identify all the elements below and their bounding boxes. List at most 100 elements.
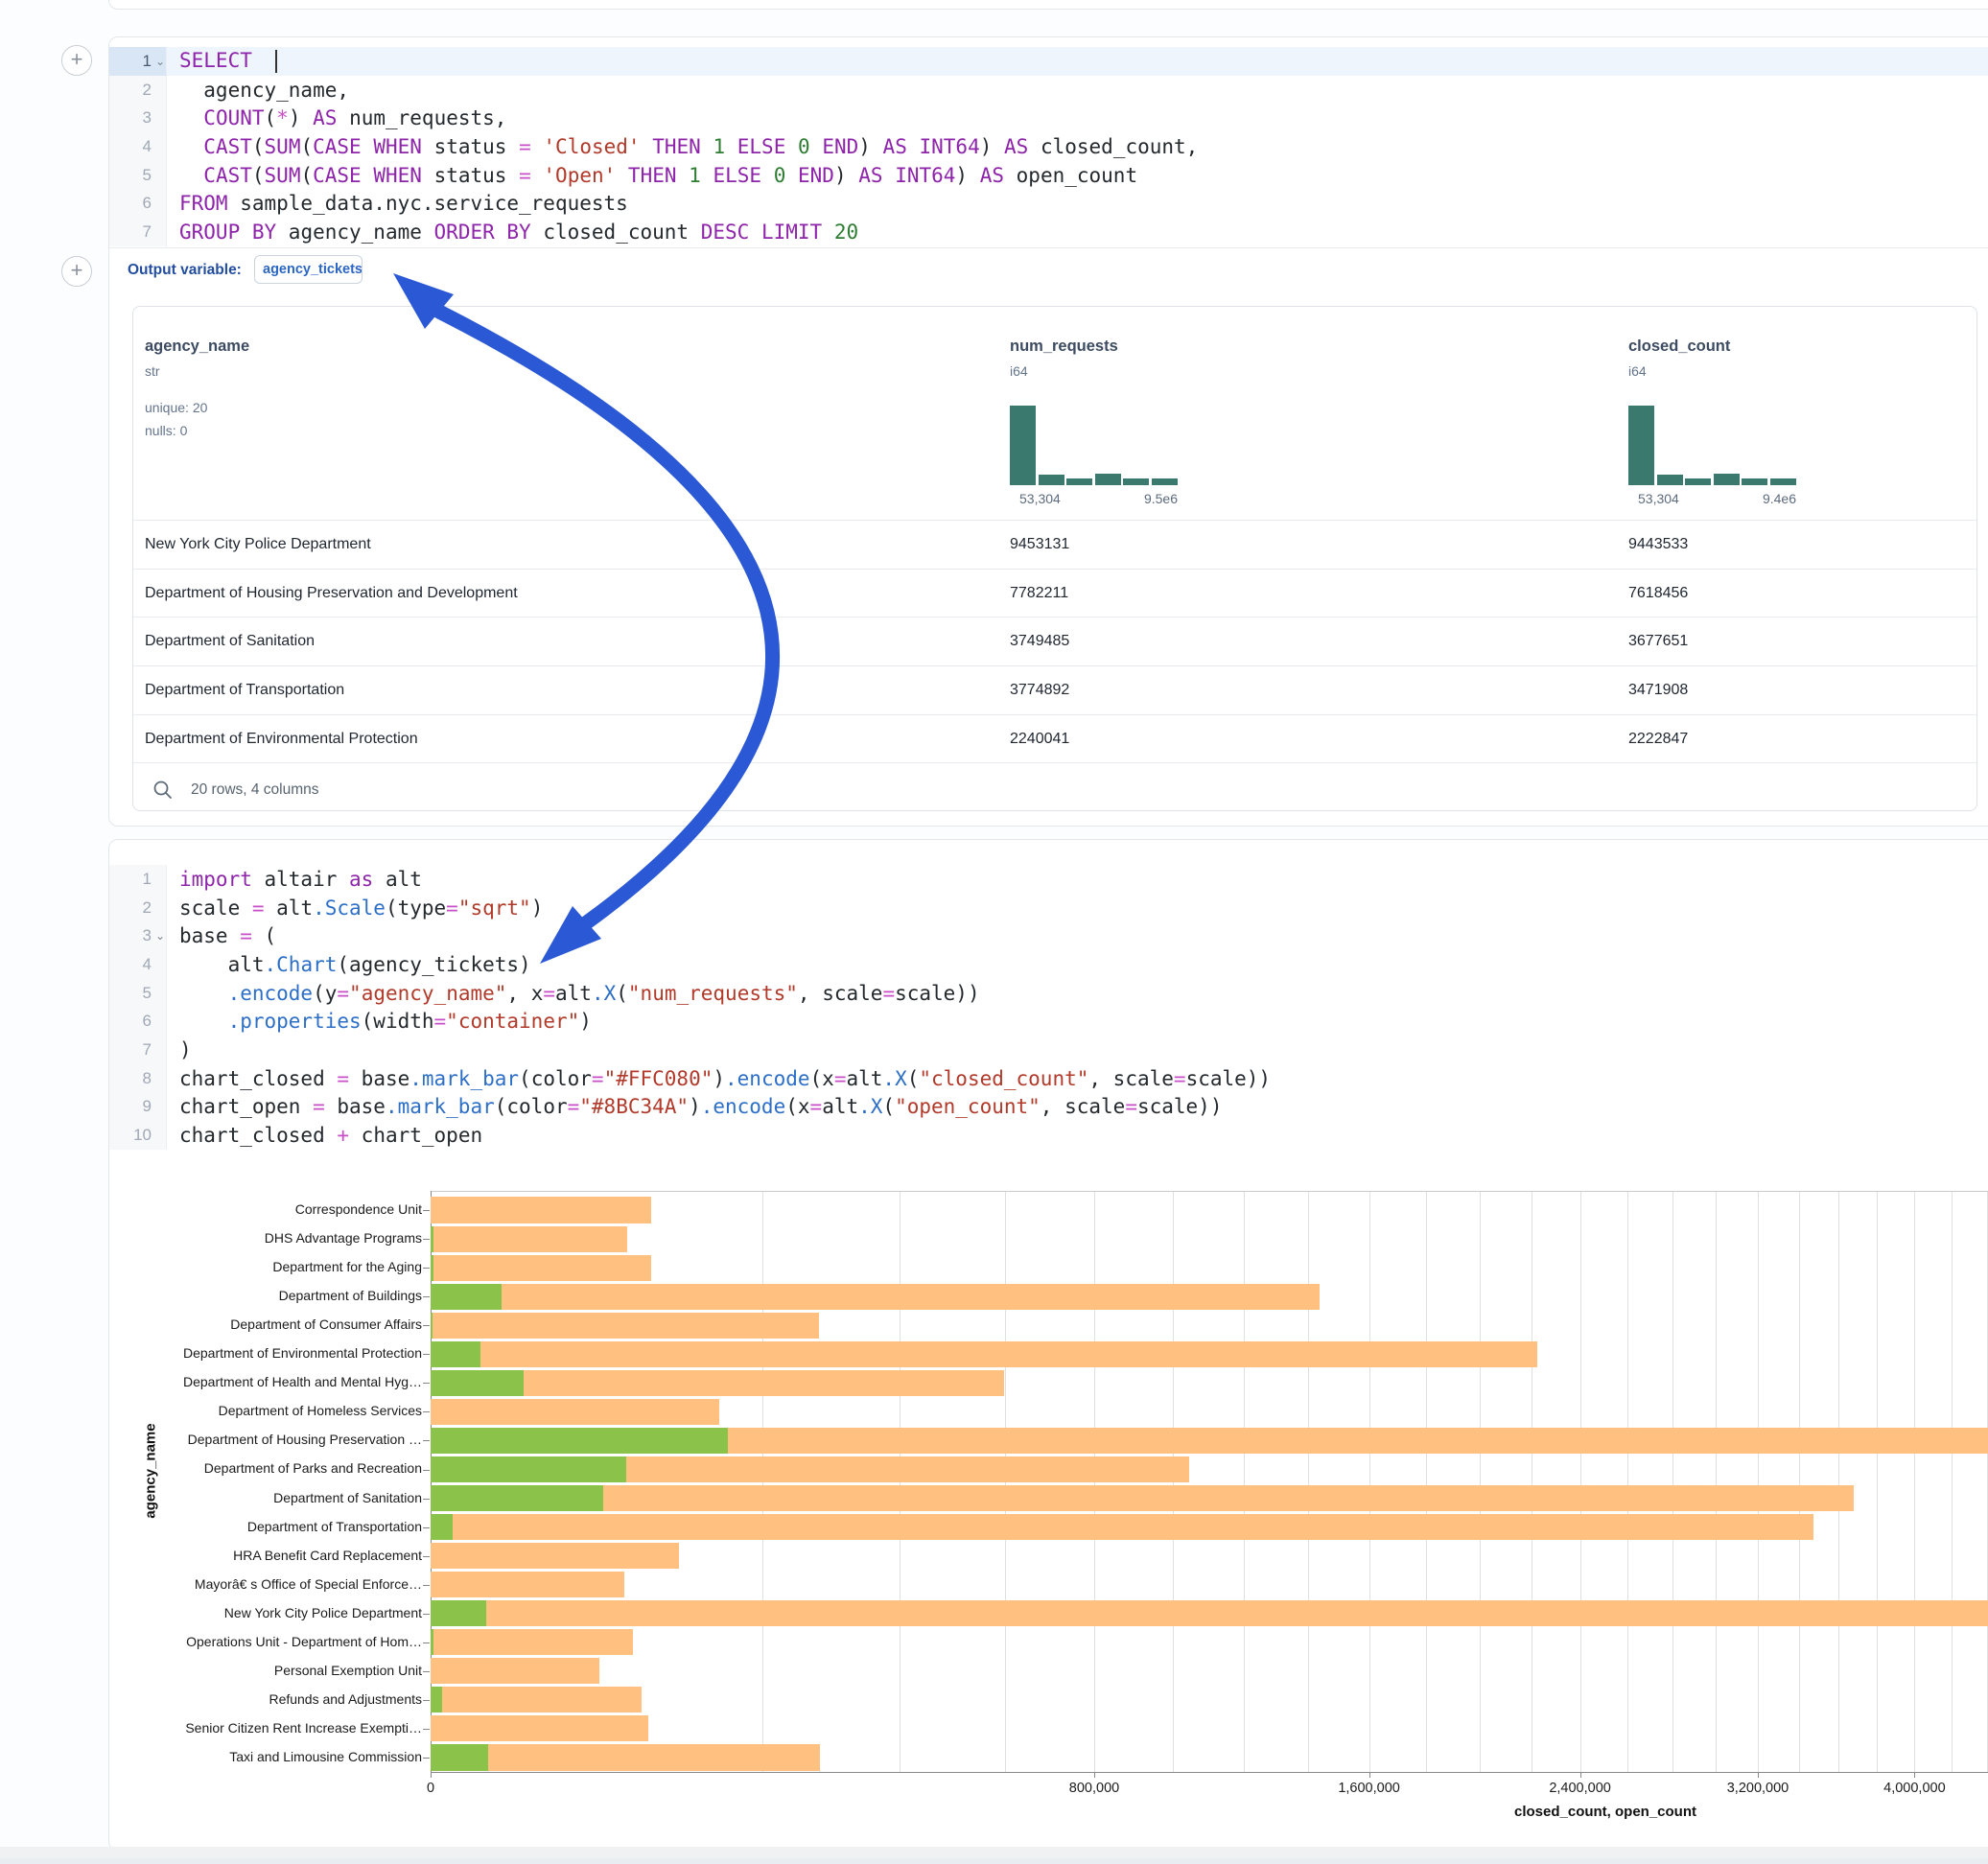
- code-token: "container": [446, 1010, 579, 1033]
- code-token: [725, 135, 737, 158]
- line-number: 4: [143, 137, 166, 156]
- line-number: 6: [143, 194, 166, 213]
- code-token: (: [252, 135, 265, 158]
- code-text: .properties(width="container"): [179, 1010, 592, 1033]
- code-token: ): [834, 164, 858, 187]
- code-text: ): [179, 1038, 192, 1061]
- code-token: [362, 164, 374, 187]
- code-token: AS: [980, 164, 1004, 187]
- table-row[interactable]: Department of Housing Preservation and D…: [133, 569, 1976, 617]
- code-token: [701, 135, 713, 158]
- cell-closed-count: 2222847: [1628, 731, 1688, 748]
- python-code-editor[interactable]: 1import altair as alt2scale = alt.Scale(…: [109, 840, 1988, 1150]
- code-token: FROM: [179, 192, 228, 215]
- code-token: (x: [785, 1095, 809, 1118]
- output-variable-label: Output variable:: [128, 262, 242, 279]
- add-cell-button-output[interactable]: +: [61, 256, 92, 287]
- code-token: import: [179, 868, 252, 891]
- code-token: AS: [883, 135, 907, 158]
- line-number: 4: [143, 955, 166, 974]
- code-token: "#FFC080": [604, 1067, 713, 1090]
- code-token: AS: [1004, 135, 1028, 158]
- column-header-agency-name[interactable]: agency_name str unique: 20 nulls: 0: [145, 307, 874, 442]
- code-token: .X: [882, 1067, 906, 1090]
- code-text: base = (: [179, 924, 276, 947]
- code-token: base: [325, 1095, 386, 1118]
- code-text: COUNT(*) AS num_requests,: [179, 106, 506, 129]
- histogram-bar: [1685, 478, 1711, 485]
- output-variable-chip[interactable]: agency_tickets: [254, 255, 363, 284]
- cell-closed-count: 3471908: [1628, 682, 1688, 699]
- cell-closed-count: 7618456: [1628, 585, 1688, 602]
- table-row[interactable]: Department of Environmental Protection22…: [133, 714, 1976, 763]
- code-token: 'Closed': [543, 135, 640, 158]
- plus-icon: +: [71, 258, 83, 282]
- table-row[interactable]: New York City Police Department945313194…: [133, 520, 1976, 569]
- histogram-min-label: 53,304: [1019, 491, 1061, 506]
- code-token: =: [434, 1010, 447, 1033]
- code-token: ): [579, 1010, 592, 1033]
- search-icon[interactable]: [152, 780, 174, 801]
- code-token: (: [907, 1067, 920, 1090]
- cell-divider: [109, 247, 1988, 248]
- code-token: =: [543, 982, 555, 1005]
- histogram-bar: [1123, 478, 1149, 485]
- table-footer: 20 rows, 4 columns: [133, 762, 1976, 816]
- column-header-closed-count[interactable]: closed_count i64 53,304 9.4e6: [1628, 307, 1988, 379]
- code-token: [822, 221, 834, 244]
- code-line: 6 .properties(width="container"): [109, 1007, 1988, 1036]
- page-bottom-band: [0, 1847, 1988, 1858]
- table-row[interactable]: Department of Sanitation37494853677651: [133, 617, 1976, 665]
- histogram-max-label: 9.4e6: [1763, 491, 1796, 506]
- code-token: LIMIT: [761, 221, 822, 244]
- cell-num-requests: 7782211: [1010, 585, 1068, 602]
- add-cell-button-top[interactable]: +: [61, 45, 92, 76]
- code-token: [785, 164, 798, 187]
- column-header-num-requests[interactable]: num_requests i64 53,304 9.5e6: [1010, 307, 1393, 379]
- row-column-count: 20 rows, 4 columns: [191, 781, 319, 799]
- code-token: 1: [713, 135, 725, 158]
- code-token: CASE: [313, 135, 362, 158]
- code-token: [907, 135, 920, 158]
- code-token: ): [289, 106, 313, 129]
- line-number: 2: [143, 898, 166, 918]
- column-dtype: str: [145, 363, 874, 379]
- code-token: (: [252, 924, 276, 947]
- code-token: .X: [592, 982, 616, 1005]
- chevron-down-icon: ⌄: [155, 929, 165, 943]
- code-token: WHEN: [373, 135, 422, 158]
- code-token: .X: [858, 1095, 882, 1118]
- sql-code-editor[interactable]: 1⌄SELECT 2 agency_name,3 COUNT(*) AS num…: [109, 37, 1988, 246]
- histogram-bar: [1010, 406, 1036, 485]
- code-token: (x: [810, 1067, 834, 1090]
- code-token: =: [1174, 1067, 1186, 1090]
- code-line: 3⌄base = (: [109, 921, 1988, 950]
- code-token: (: [616, 982, 628, 1005]
- cell-num-requests: 3749485: [1010, 633, 1069, 650]
- code-token: scale: [179, 897, 252, 920]
- table-row[interactable]: Department of Transportation377489234719…: [133, 665, 1976, 714]
- code-token: , scale: [1041, 1095, 1126, 1118]
- text-cursor: [275, 50, 277, 73]
- code-token: 20: [834, 221, 858, 244]
- code-token: "num_requests": [628, 982, 798, 1005]
- code-text: GROUP BY agency_name ORDER BY closed_cou…: [179, 221, 858, 244]
- code-token: alt: [846, 1067, 882, 1090]
- line-number-gutter: 6: [109, 189, 167, 218]
- code-token: .mark_bar: [386, 1095, 495, 1118]
- code-token: =: [568, 1095, 580, 1118]
- code-text: chart_open = base.mark_bar(color="#8BC34…: [179, 1095, 1222, 1118]
- python-cell: 1import altair as alt2scale = alt.Scale(…: [108, 839, 1988, 1851]
- code-token: open_count: [1004, 164, 1137, 187]
- code-token: 0: [798, 135, 810, 158]
- code-line: 10chart_closed + chart_open: [109, 1121, 1988, 1150]
- code-token: GROUP BY: [179, 221, 276, 244]
- code-token: [749, 221, 761, 244]
- line-number: 2: [143, 81, 166, 100]
- code-token: status: [422, 135, 519, 158]
- chevron-down-icon: ⌄: [155, 55, 165, 68]
- code-token: (type: [386, 897, 446, 920]
- code-token: +: [337, 1124, 349, 1147]
- line-number-gutter: 5: [109, 161, 167, 190]
- code-token: [179, 164, 203, 187]
